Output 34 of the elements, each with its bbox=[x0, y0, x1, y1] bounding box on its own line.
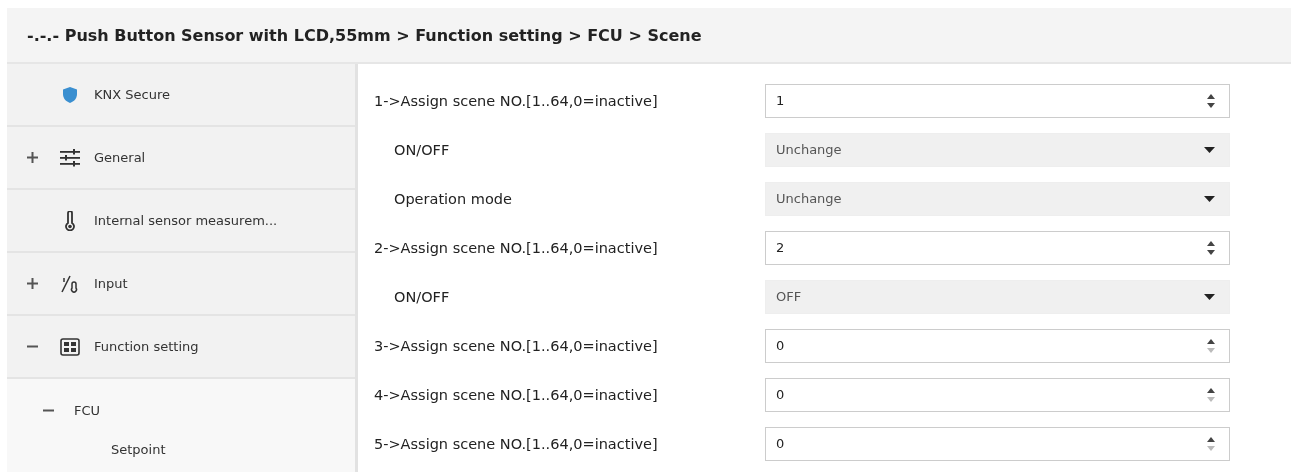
number-field[interactable]: 0 bbox=[765, 426, 1230, 461]
sidebar-item[interactable]: Input bbox=[7, 253, 355, 316]
number-field[interactable]: 2 bbox=[765, 230, 1230, 265]
number-field[interactable]: 0 bbox=[765, 328, 1230, 363]
dropdown[interactable]: Unchange bbox=[765, 181, 1230, 216]
grid-icon bbox=[60, 337, 80, 356]
parameter-label: 2->Assign scene NO.[1..64,0=inactive] bbox=[374, 239, 659, 256]
parameter-label: ON/OFF bbox=[393, 141, 451, 158]
spinner-arrows-icon[interactable] bbox=[1207, 93, 1215, 108]
parameter-label: ON/OFF bbox=[393, 288, 451, 305]
parameter-label: 4->Assign scene NO.[1..64,0=inactive] bbox=[374, 386, 659, 403]
input-icon bbox=[60, 273, 80, 294]
expand-icon[interactable] bbox=[27, 152, 38, 163]
parameter-label: 3->Assign scene NO.[1..64,0=inactive] bbox=[374, 337, 659, 354]
dropdown[interactable]: Unchange bbox=[765, 132, 1230, 167]
dropdown[interactable]: OFF bbox=[765, 279, 1230, 314]
number-field[interactable]: 1 bbox=[765, 83, 1230, 118]
sidebar-item[interactable]: Setpoint bbox=[7, 442, 355, 472]
dropdown-caret-icon bbox=[1204, 146, 1215, 153]
spinner-arrows-icon[interactable] bbox=[1207, 240, 1215, 255]
parameter-label: 5->Assign scene NO.[1..64,0=inactive] bbox=[374, 435, 659, 452]
number-field[interactable]: 0 bbox=[765, 377, 1230, 412]
parameter-label: 1->Assign scene NO.[1..64,0=inactive] bbox=[374, 92, 659, 109]
sliders-icon bbox=[60, 148, 80, 167]
shield-icon bbox=[60, 85, 80, 104]
sidebar-item[interactable]: Internal sensor measurem... bbox=[7, 190, 355, 253]
sidebar-item[interactable]: KNX Secure bbox=[7, 64, 355, 127]
expand-icon[interactable] bbox=[27, 278, 38, 289]
dropdown-caret-icon bbox=[1204, 195, 1215, 202]
sidebar-item[interactable]: FCU bbox=[7, 379, 355, 442]
parameter-label: Operation mode bbox=[393, 190, 513, 207]
dropdown-caret-icon bbox=[1204, 293, 1215, 300]
sidebar-item[interactable]: General bbox=[7, 127, 355, 190]
breadcrumb-path: -.-.- Push Button Sensor with LCD,55mm > Function setting > FCU > Scene bbox=[27, 25, 702, 45]
